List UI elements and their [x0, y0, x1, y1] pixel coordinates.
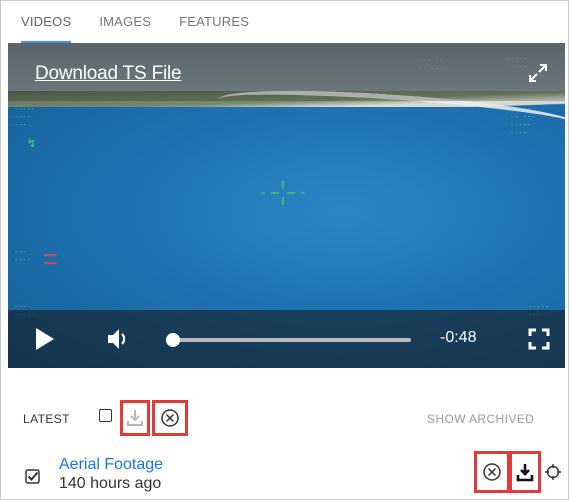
fullscreen-icon[interactable]	[528, 328, 550, 350]
video-controls: -0:48	[8, 310, 565, 368]
hud-overlay-left: ----- ---- ---	[14, 105, 36, 129]
tab-features[interactable]: FEATURES	[165, 1, 263, 43]
hud-overlay-left-mid: --- ----	[14, 248, 31, 264]
video-panel: VIDEOS IMAGES FEATURES ----- ---- --- ↯ --…	[0, 0, 569, 500]
download-ts-file-link[interactable]: Download TS File	[35, 63, 182, 85]
show-archived-button[interactable]: SHOW ARCHIVED	[427, 412, 534, 426]
item-locate-button[interactable]	[543, 461, 563, 483]
crosshair-icon	[545, 464, 561, 480]
select-all-checkbox[interactable]	[99, 409, 112, 422]
hud-alert: ▬▬▬ ▬▬▬	[44, 251, 57, 267]
download-icon	[516, 464, 534, 482]
volume-icon[interactable]	[106, 326, 132, 352]
item-checkbox[interactable]	[25, 469, 41, 485]
video-player[interactable]: ----- ---- --- ↯ --- ---- ▬▬▬ ▬▬▬ ----- -- --…	[8, 43, 565, 368]
play-icon[interactable]	[36, 328, 54, 350]
download-icon	[127, 410, 143, 426]
cancel-all-button[interactable]	[155, 403, 185, 433]
item-download-button[interactable]	[512, 454, 538, 490]
cancel-icon	[483, 463, 501, 481]
crosshair-reticle-icon	[261, 181, 305, 205]
seek-handle[interactable]	[166, 333, 180, 347]
item-age: 140 hours ago	[59, 475, 162, 492]
seek-bar[interactable]	[166, 333, 411, 347]
item-cancel-button[interactable]	[477, 454, 507, 490]
hud-marker: ↯	[28, 136, 36, 150]
tab-images[interactable]: IMAGES	[85, 1, 165, 43]
latest-label: LATEST	[23, 412, 70, 426]
time-remaining: -0:48	[440, 329, 477, 346]
tab-videos[interactable]: VIDEOS	[7, 1, 85, 43]
item-title-link[interactable]: Aerial Footage	[59, 456, 163, 474]
tab-bar: VIDEOS IMAGES FEATURES	[7, 1, 263, 43]
download-all-button[interactable]	[123, 403, 147, 433]
cancel-icon	[161, 409, 179, 427]
hud-overlay-right: ----- -- --- ----- ----	[510, 105, 536, 137]
expand-icon[interactable]	[526, 61, 550, 85]
